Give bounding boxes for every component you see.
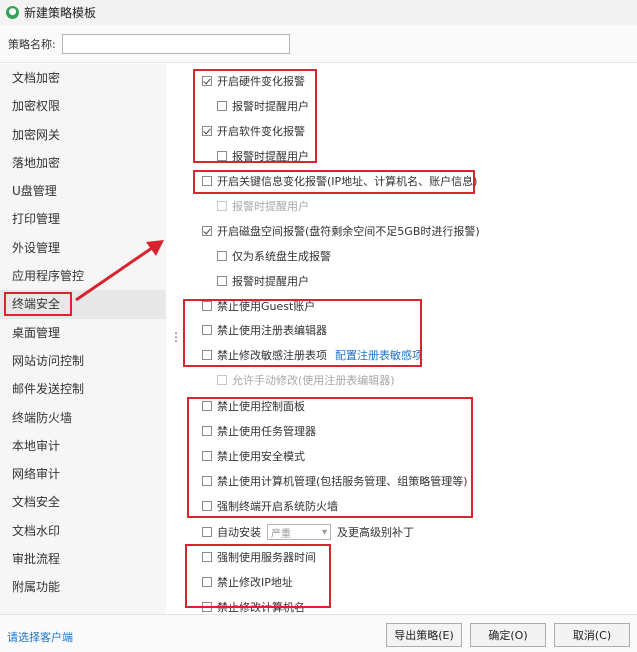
sidebar-item-desktop-management[interactable]: 桌面管理 (0, 319, 166, 347)
option-disable-safe-mode[interactable]: 禁止使用安全模式 (202, 447, 305, 465)
option-key-info-alarm-notify-user: 报警时提醒用户 (217, 197, 309, 215)
option-disable-task-manager[interactable]: 禁止使用任务管理器 (202, 422, 316, 440)
sidebar-item-doc-security[interactable]: 文档安全 (0, 488, 166, 516)
chevron-down-icon: ▾ (321, 526, 327, 538)
title-bar: ● 新建策略模板 (0, 0, 637, 25)
checkbox[interactable] (202, 226, 212, 236)
option-disable-ip-change[interactable]: 禁止修改IP地址 (202, 573, 293, 591)
option-disable-computer-management[interactable]: 禁止使用计算机管理(包括服务管理、组策略管理等) (202, 472, 468, 490)
checkbox[interactable] (202, 527, 212, 537)
option-disable-regedit[interactable]: 禁止使用注册表编辑器 (202, 321, 327, 339)
checkbox (217, 375, 227, 385)
checkbox[interactable] (202, 426, 212, 436)
option-software-alarm-notify-user[interactable]: 报警时提醒用户 (217, 147, 309, 165)
cancel-button[interactable]: 取消(C) (554, 623, 630, 647)
dialog-footer: 请选择客户端 导出策略(E) 确定(O) 取消(C) (0, 614, 637, 652)
annotation-arrow-icon (75, 240, 164, 302)
sidebar-item-website-access[interactable]: 网站访问控制 (0, 347, 166, 375)
sidebar-item-mail-control[interactable]: 邮件发送控制 (0, 375, 166, 403)
options-panel: 开启硬件变化报警 报警时提醒用户 开启软件变化报警 报警时提醒用户 开启关键信息… (183, 64, 637, 614)
severity-select[interactable]: 严重 ▾ (267, 524, 331, 540)
checkbox[interactable] (202, 552, 212, 562)
checkbox[interactable] (202, 501, 212, 511)
checkbox[interactable] (202, 451, 212, 461)
option-system-disk-only[interactable]: 仅为系统盘生成报警 (217, 247, 331, 265)
option-disk-space-alarm[interactable]: 开启磁盘空间报警(盘符剩余空间不足5GB时进行报警) (202, 222, 480, 240)
sidebar: 文档加密 加密权限 加密网关 落地加密 U盘管理 打印管理 外设管理 应用程序管… (0, 64, 166, 614)
option-disk-alarm-notify-user[interactable]: 报警时提醒用户 (217, 272, 309, 290)
option-force-server-time[interactable]: 强制使用服务器时间 (202, 548, 316, 566)
sidebar-item-doc-watermark[interactable]: 文档水印 (0, 517, 166, 545)
option-hardware-change-alarm[interactable]: 开启硬件变化报警 (202, 72, 305, 90)
sidebar-item-landing-encrypt[interactable]: 落地加密 (0, 149, 166, 177)
app-logo-icon: ● (6, 6, 19, 19)
configure-registry-link[interactable]: 配置注册表敏感项 (335, 347, 423, 363)
policy-name-input[interactable] (61, 33, 290, 54)
option-disable-control-panel[interactable]: 禁止使用控制面板 (202, 397, 305, 415)
checkbox[interactable] (202, 602, 212, 612)
sidebar-item-encrypt-permission[interactable]: 加密权限 (0, 92, 166, 120)
sidebar-item-approval-flow[interactable]: 审批流程 (0, 545, 166, 573)
checkbox[interactable] (202, 126, 212, 136)
select-client-link[interactable]: 请选择客户端 (7, 629, 73, 645)
option-allow-manual-modify: 允许手动修改(使用注册表编辑器) (217, 371, 395, 389)
option-disable-guest[interactable]: 禁止使用Guest账户 (202, 297, 315, 315)
export-policy-button[interactable]: 导出策略(E) (386, 623, 462, 647)
checkbox[interactable] (217, 251, 227, 261)
option-disable-sensitive-registry[interactable]: 禁止修改敏感注册表项 配置注册表敏感项 (202, 346, 423, 364)
sidebar-item-firewall[interactable]: 终端防火墙 (0, 404, 166, 432)
checkbox[interactable] (202, 76, 212, 86)
splitter-handle-icon[interactable]: ⋮ (170, 330, 182, 344)
checkbox[interactable] (202, 350, 212, 360)
policy-name-bar: 策略名称: (0, 25, 637, 63)
option-key-info-change-alarm[interactable]: 开启关键信息变化报警(IP地址、计算机名、账户信息) (202, 172, 477, 190)
option-force-firewall[interactable]: 强制终端开启系统防火墙 (202, 497, 338, 515)
sidebar-item-doc-encrypt[interactable]: 文档加密 (0, 64, 166, 92)
sidebar-item-local-audit[interactable]: 本地审计 (0, 432, 166, 460)
window-title: 新建策略模板 (24, 6, 97, 20)
checkbox[interactable] (217, 276, 227, 286)
ok-button[interactable]: 确定(O) (470, 623, 546, 647)
checkbox[interactable] (202, 325, 212, 335)
checkbox[interactable] (202, 176, 212, 186)
sidebar-item-usb-management[interactable]: U盘管理 (0, 177, 166, 205)
sidebar-item-network-audit[interactable]: 网络审计 (0, 460, 166, 488)
checkbox (217, 201, 227, 211)
sidebar-item-encrypt-gateway[interactable]: 加密网关 (0, 121, 166, 149)
checkbox[interactable] (202, 301, 212, 311)
sidebar-item-accessory[interactable]: 附属功能 (0, 573, 166, 601)
option-hardware-alarm-notify-user[interactable]: 报警时提醒用户 (217, 97, 309, 115)
checkbox[interactable] (202, 476, 212, 486)
policy-name-label: 策略名称: (8, 37, 56, 51)
option-software-change-alarm[interactable]: 开启软件变化报警 (202, 122, 305, 140)
checkbox[interactable] (202, 401, 212, 411)
checkbox[interactable] (202, 577, 212, 587)
checkbox[interactable] (217, 101, 227, 111)
option-auto-install-patches[interactable]: 自动安装 严重 ▾ 及更高级别补丁 (202, 523, 414, 541)
checkbox[interactable] (217, 151, 227, 161)
